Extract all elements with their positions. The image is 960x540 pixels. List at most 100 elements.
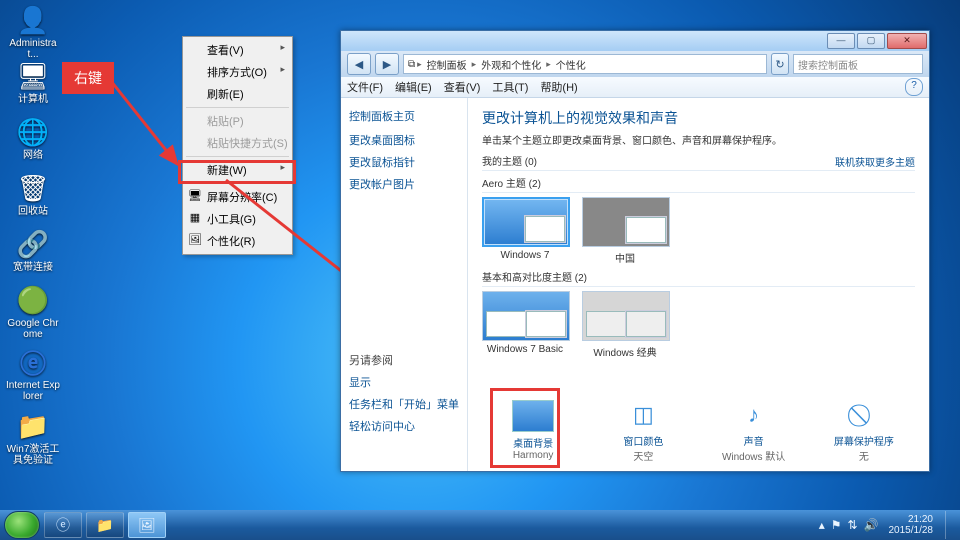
link-more-themes[interactable]: 联机获取更多主题 [835,154,915,169]
desktop[interactable]: 👤Administrat... 🖥计算机 🌐网络 🗑回收站 🔗宽带连接 🟢Goo… [0,0,960,540]
recycle-icon: 🗑 [17,172,49,204]
network-icon: 🌐 [17,116,49,148]
menu-edit[interactable]: 编辑(E) [395,79,432,95]
annotation-label: 右键 [62,62,114,94]
desktop-icon-network[interactable]: 🌐网络 [6,116,60,161]
setting-window-color[interactable]: ◫ 窗口颜色 天空 [600,400,686,463]
ctx-new[interactable]: 新建(W) [185,159,290,181]
desktop-icon-computer[interactable]: 🖥计算机 [6,60,60,105]
ie-icon: ⓔ [17,346,49,378]
desktop-icon-broadband[interactable]: 🔗宽带连接 [6,228,60,273]
desktop-icon-ie[interactable]: ⓔInternet Explorer [6,346,60,402]
ctx-personalize[interactable]: 🖼个性化(R) [185,230,290,252]
ctx-refresh[interactable]: 刷新(E) [185,83,290,105]
chrome-icon: 🟢 [17,284,49,316]
desktop-context-menu: 查看(V) 排序方式(O) 刷新(E) 粘贴(P) 粘贴快捷方式(S) 新建(W… [182,36,293,255]
menu-view[interactable]: 查看(V) [444,79,481,95]
taskbar-ie[interactable]: ⓔ [44,512,82,538]
user-icon: 👤 [17,4,49,36]
link-change-pointer[interactable]: 更改鼠标指针 [349,154,459,170]
link-change-icons[interactable]: 更改桌面图标 [349,132,459,148]
ctx-sort[interactable]: 排序方式(O) [185,61,290,83]
close-button[interactable]: ✕ [887,33,927,49]
desktop-icon-recycle[interactable]: 🗑回收站 [6,172,60,217]
ctx-paste: 粘贴(P) [185,110,290,132]
taskbar-explorer[interactable]: 📁 [86,512,124,538]
annotation-arrow-1 [105,72,185,172]
connection-icon: 🔗 [17,228,49,260]
desktop-icon-win7tool[interactable]: 📁Win7激活工具免验证 [6,410,60,466]
search-input[interactable]: 搜索控制面板 [793,54,923,74]
right-pane: 更改计算机上的视觉效果和声音 单击某个主题立即更改桌面背景、窗口颜色、声音和屏幕… [468,98,929,471]
ie-icon: ⓔ [56,515,70,535]
ctx-sep [186,156,289,157]
link-change-account-pic[interactable]: 更改帐户图片 [349,176,459,192]
personalize-icon: 🖼 [138,517,156,534]
theme-china[interactable]: 中国 [582,197,668,265]
volume-icon[interactable]: 🔊 [864,518,879,532]
setting-sound[interactable]: ♪ 声音 Windows 默认 [711,400,797,463]
maximize-button[interactable]: ▢ [857,33,885,49]
setting-desktop-background[interactable]: 桌面背景 Harmony [490,400,576,463]
breadcrumb[interactable]: ⧉▸ 控制面板▸ 外观和个性化▸ 个性化 [403,54,767,74]
window-titlebar[interactable]: — ▢ ✕ [341,31,929,51]
flag-icon[interactable]: ⚑ [831,518,842,532]
taskbar[interactable]: ⓔ 📁 🖼 ▴ ⚑ ⇅ 🔊 21:20 2015/1/28 [0,510,960,540]
personalization-window: — ▢ ✕ ◀ ▶ ⧉▸ 控制面板▸ 外观和个性化▸ 个性化 ↻ 搜索控制面板 … [340,30,930,472]
desktop-icon-admin[interactable]: 👤Administrat... [6,4,60,60]
menu-tools[interactable]: 工具(T) [492,79,528,95]
setting-screensaver[interactable]: ⃠ 屏幕保护程序 无 [821,400,907,463]
link-ease-of-access[interactable]: 轻松访问中心 [349,418,459,434]
theme-thumb [582,291,670,341]
monitor-icon: 🖥 [188,189,202,203]
left-pane: 控制面板主页 更改桌面图标 更改鼠标指针 更改帐户图片 另请参阅 显示 任务栏和… [341,98,468,471]
network-tray-icon[interactable]: ⇅ [847,518,857,532]
system-tray[interactable]: ▴ ⚑ ⇅ 🔊 21:20 2015/1/28 [819,511,956,539]
nav-forward-button[interactable]: ▶ [375,53,399,75]
page-subtitle: 单击某个主题立即更改桌面背景、窗口颜色、声音和屏幕保护程序。 [482,132,915,147]
nav-back-button[interactable]: ◀ [347,53,371,75]
minimize-button[interactable]: — [827,33,855,49]
settings-row: 桌面背景 Harmony ◫ 窗口颜色 天空 ♪ 声音 Windows 默认 [468,400,929,463]
theme-thumb [482,197,570,247]
start-button[interactable] [4,511,40,539]
tray-clock[interactable]: 21:20 2015/1/28 [885,514,938,536]
ctx-view[interactable]: 查看(V) [185,39,290,61]
help-icon[interactable]: ? [905,78,923,96]
page-title: 更改计算机上的视觉效果和声音 [482,108,915,128]
show-desktop-button[interactable] [945,511,956,539]
gadget-icon: ▦ [188,211,202,225]
screensaver-icon: ⃠ [844,400,884,430]
personalize-icon: 🖼 [188,233,202,247]
link-taskbar-start[interactable]: 任务栏和「开始」菜单 [349,396,459,412]
theme-win7-basic[interactable]: Windows 7 Basic [482,291,568,355]
desktop-icon-chrome[interactable]: 🟢Google Chrome [6,284,60,340]
home-icon: ⧉ [408,59,415,70]
theme-classic[interactable]: Windows 经典 [582,291,668,359]
cp-home-link[interactable]: 控制面板主页 [349,108,459,124]
color-icon: ◫ [623,400,663,430]
menu-file[interactable]: 文件(F) [347,79,383,95]
ctx-sep [186,183,289,184]
taskbar-personalization[interactable]: 🖼 [128,512,166,538]
ctx-resolution[interactable]: 🖥屏幕分辨率(C) [185,186,290,208]
crumb-refresh-button[interactable]: ↻ [771,53,789,75]
folder-icon: 📁 [17,410,49,442]
link-display[interactable]: 显示 [349,374,459,390]
folder-icon: 📁 [96,517,113,534]
ctx-paste-shortcut: 粘贴快捷方式(S) [185,132,290,154]
menu-bar: 文件(F) 编辑(E) 查看(V) 工具(T) 帮助(H) ? [341,77,929,98]
group-aero-themes: Aero 主题 (2) [482,175,915,193]
theme-windows7[interactable]: Windows 7 [482,197,568,261]
theme-thumb [482,291,570,341]
wallpaper-icon [512,400,554,432]
ctx-gadgets[interactable]: ▦小工具(G) [185,208,290,230]
sound-icon: ♪ [734,400,774,430]
tray-expand-icon[interactable]: ▴ [819,518,825,532]
menu-help[interactable]: 帮助(H) [540,79,577,95]
theme-thumb [582,197,670,247]
computer-icon: 🖥 [17,60,49,92]
nav-toolbar: ◀ ▶ ⧉▸ 控制面板▸ 外观和个性化▸ 个性化 ↻ 搜索控制面板 [341,51,929,77]
see-also-title: 另请参阅 [349,352,459,368]
ctx-sep [186,107,289,108]
